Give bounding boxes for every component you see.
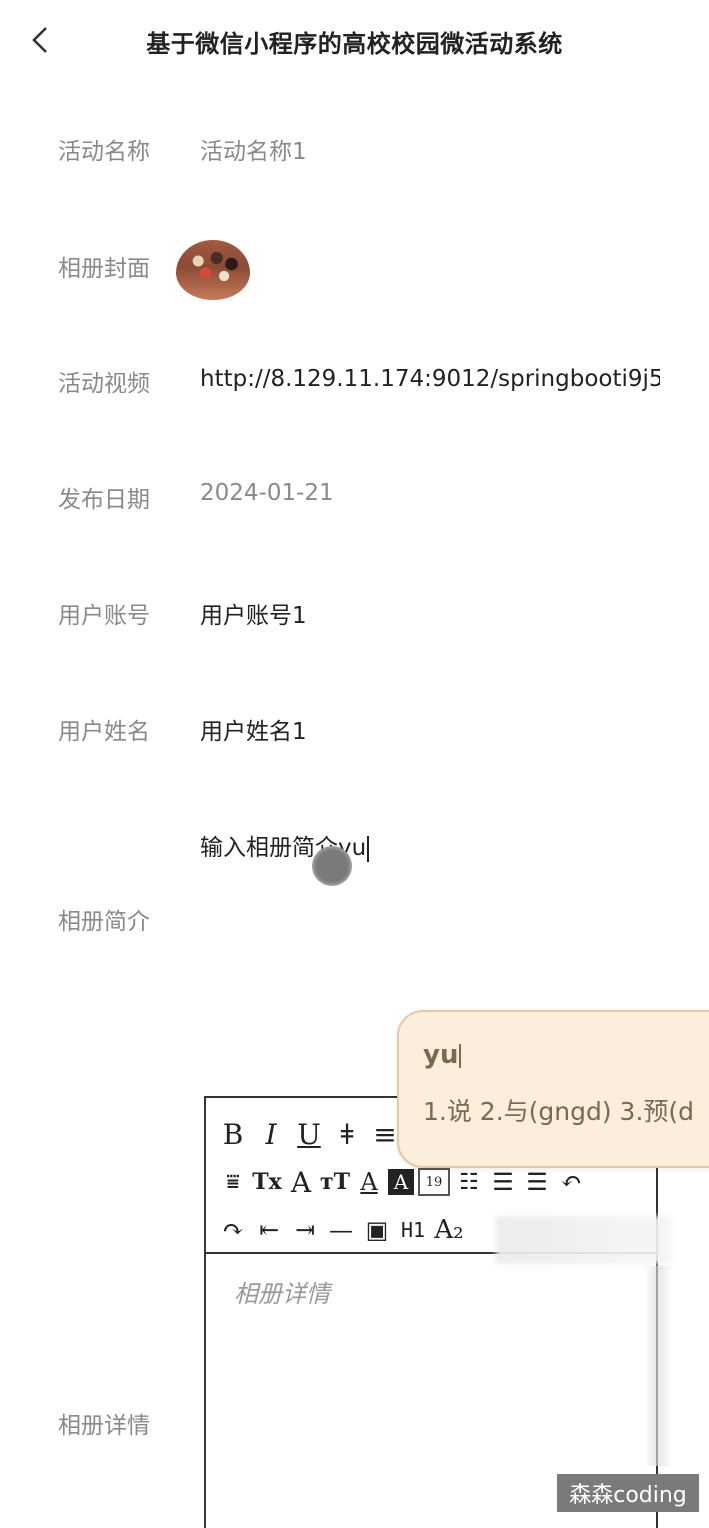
font-color-icon[interactable]: A [354, 1165, 384, 1199]
unordered-list-icon[interactable]: ☰ [522, 1165, 552, 1199]
text-caret [367, 835, 370, 862]
activity-name-label: 活动名称 [58, 139, 150, 165]
editor-placeholder: 相册详情 [234, 1280, 330, 1308]
image-icon[interactable]: ▣ [362, 1213, 392, 1247]
align-icon[interactable]: ≡ [370, 1117, 400, 1151]
user-account-value: 用户账号1 [200, 603, 307, 629]
publish-date-label: 发布日期 [58, 487, 150, 513]
activity-video-value[interactable]: http://8.129.11.174:9012/springbooti9j5o… [200, 366, 660, 392]
album-cover-image[interactable] [176, 240, 250, 300]
strikethrough-icon[interactable]: ǂ [332, 1117, 362, 1151]
watermark: 森森coding [557, 1474, 699, 1512]
publish-date-value[interactable]: 2024-01-21 [200, 480, 334, 506]
user-account-label: 用户账号 [58, 603, 150, 629]
italic-icon[interactable]: I [256, 1117, 286, 1151]
user-name-label: 用户姓名 [58, 719, 150, 745]
ime-composition: yu [423, 1040, 462, 1070]
heading-icon[interactable]: H1 [398, 1213, 428, 1247]
ime-candidates[interactable]: 1.说 2.与(gngd) 3.预(d [423, 1092, 694, 1128]
outdent-icon[interactable]: ⇤ [254, 1213, 284, 1247]
ime-candidate-popup[interactable]: yu 1.说 2.与(gngd) 3.预(d [397, 1010, 709, 1168]
subscript-icon[interactable]: A₂ [434, 1213, 464, 1247]
album-cover-label: 相册封面 [58, 256, 150, 282]
bold-icon[interactable]: B [218, 1117, 248, 1151]
horizontal-rule-icon[interactable]: — [326, 1213, 356, 1247]
activity-video-label: 活动视频 [58, 371, 150, 397]
checklist-icon[interactable]: ☷ [454, 1165, 484, 1199]
background-color-icon[interactable]: A [388, 1169, 414, 1195]
ordered-list-icon[interactable]: ☰ [488, 1165, 518, 1199]
blurred-toolbar-overflow [496, 1216, 672, 1264]
album-intro-label: 相册简介 [58, 909, 150, 935]
line-height-icon[interactable]: ⩸ [218, 1165, 248, 1199]
undo-icon[interactable]: ↶ [556, 1165, 586, 1199]
header: 基于微信小程序的高校校园微活动系统 [0, 0, 709, 80]
ime-caret [459, 1043, 462, 1068]
album-details-label: 相册详情 [58, 1413, 150, 1439]
page-title: 基于微信小程序的高校校园微活动系统 [146, 30, 563, 58]
calendar-icon[interactable]: 19 [418, 1168, 450, 1196]
underline-icon[interactable]: U [294, 1117, 324, 1151]
scroll-shadow [644, 1266, 672, 1466]
font-size-icon[interactable]: A [286, 1165, 316, 1199]
indent-icon[interactable]: ⇥ [290, 1213, 320, 1247]
user-name-value: 用户姓名1 [200, 719, 307, 745]
clear-format-icon[interactable]: Tx [252, 1165, 282, 1199]
redo-icon[interactable]: ↷ [218, 1213, 248, 1247]
touch-indicator [312, 846, 352, 886]
activity-name-value: 活动名称1 [200, 139, 307, 165]
letter-spacing-icon[interactable]: тT [320, 1165, 350, 1199]
